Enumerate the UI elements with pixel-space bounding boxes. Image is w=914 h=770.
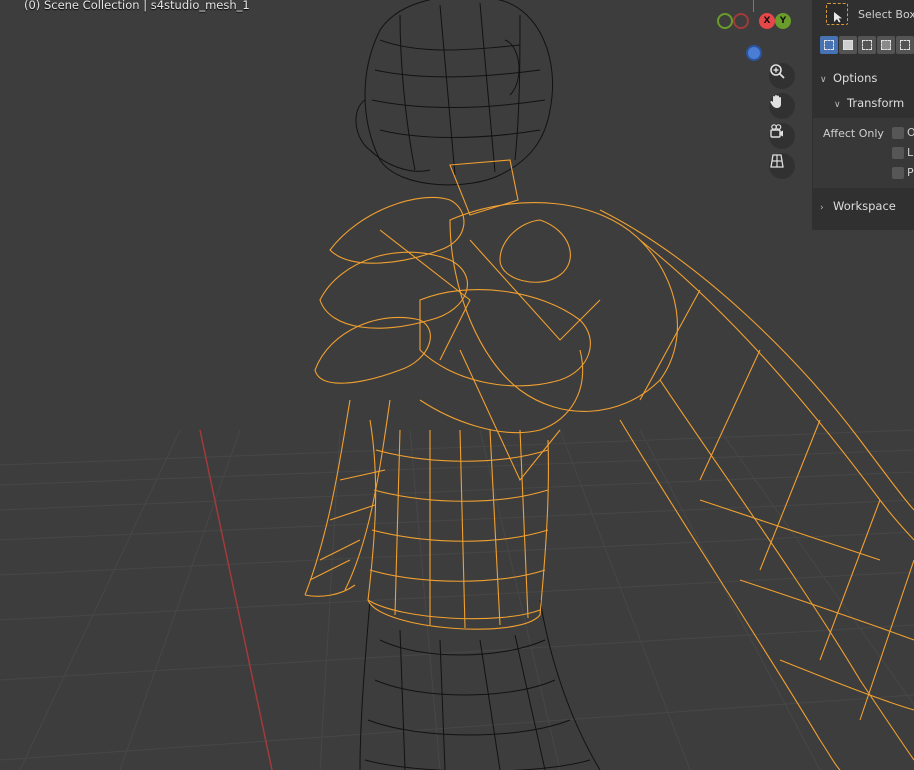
transform-header-label: Transform: [847, 96, 905, 110]
ortho-toggle-button[interactable]: [769, 153, 795, 179]
cursor-icon: [833, 8, 843, 27]
camera-view-button[interactable]: [769, 123, 795, 149]
mode-subtract-button[interactable]: [858, 36, 876, 54]
select-subtract-icon: [862, 40, 872, 50]
chevron-right-icon: ›: [820, 203, 824, 213]
selection-mode-row[interactable]: [820, 36, 914, 54]
affect-locations-checkbox[interactable]: [892, 147, 904, 159]
body-wireframe[interactable]: [355, 0, 601, 770]
selected-mesh-wireframe[interactable]: [304, 159, 914, 770]
select-set-icon: [824, 40, 834, 50]
options-panel-header[interactable]: ∨ Options: [820, 71, 877, 85]
x-axis-line: [199, 429, 273, 770]
pan-button[interactable]: [769, 93, 795, 119]
3d-viewport[interactable]: (0) Scene Collection | s4studio_mesh_1 X…: [0, 0, 914, 770]
floor-grid: [0, 429, 914, 770]
affect-locations-label: L: [907, 146, 914, 159]
select-invert-icon: [881, 40, 891, 50]
y-axis-dot[interactable]: Y: [775, 13, 791, 29]
affect-parents-label: P: [907, 166, 914, 179]
mode-set-button[interactable]: [820, 36, 838, 54]
affect-origins-label: O: [907, 126, 914, 139]
select-intersect-icon: [900, 40, 910, 50]
zoom-button[interactable]: [769, 63, 795, 89]
chevron-down-icon: ∨: [834, 100, 841, 110]
select-extend-icon: [843, 40, 853, 50]
tool-settings-panel: [812, 0, 914, 230]
neg-x-axis-dot[interactable]: [733, 13, 749, 29]
navigation-gizmo[interactable]: X Y: [700, 0, 800, 70]
neg-y-axis-dot[interactable]: [717, 13, 733, 29]
mode-intersect-button[interactable]: [896, 36, 914, 54]
x-axis-dot[interactable]: X: [759, 13, 775, 29]
neg-z-axis-dot[interactable]: [746, 45, 762, 61]
workspace-header-label: Workspace: [833, 199, 896, 213]
options-header-label: Options: [833, 71, 878, 85]
affect-only-label: Affect Only: [823, 127, 884, 140]
affect-origins-checkbox[interactable]: [892, 127, 904, 139]
scene-collection-label: (0) Scene Collection | s4studio_mesh_1: [24, 0, 250, 12]
select-box-tool-button[interactable]: [826, 3, 848, 25]
mode-invert-button[interactable]: [877, 36, 895, 54]
transform-subpanel-header[interactable]: ∨ Transform: [834, 96, 904, 110]
active-tool-label: Select Box: [858, 8, 914, 21]
chevron-down-icon: ∨: [820, 75, 827, 85]
affect-parents-checkbox[interactable]: [892, 167, 904, 179]
z-axis-stub: [753, 0, 754, 12]
mode-extend-button[interactable]: [839, 36, 857, 54]
workspace-panel-header[interactable]: › Workspace: [820, 199, 896, 213]
